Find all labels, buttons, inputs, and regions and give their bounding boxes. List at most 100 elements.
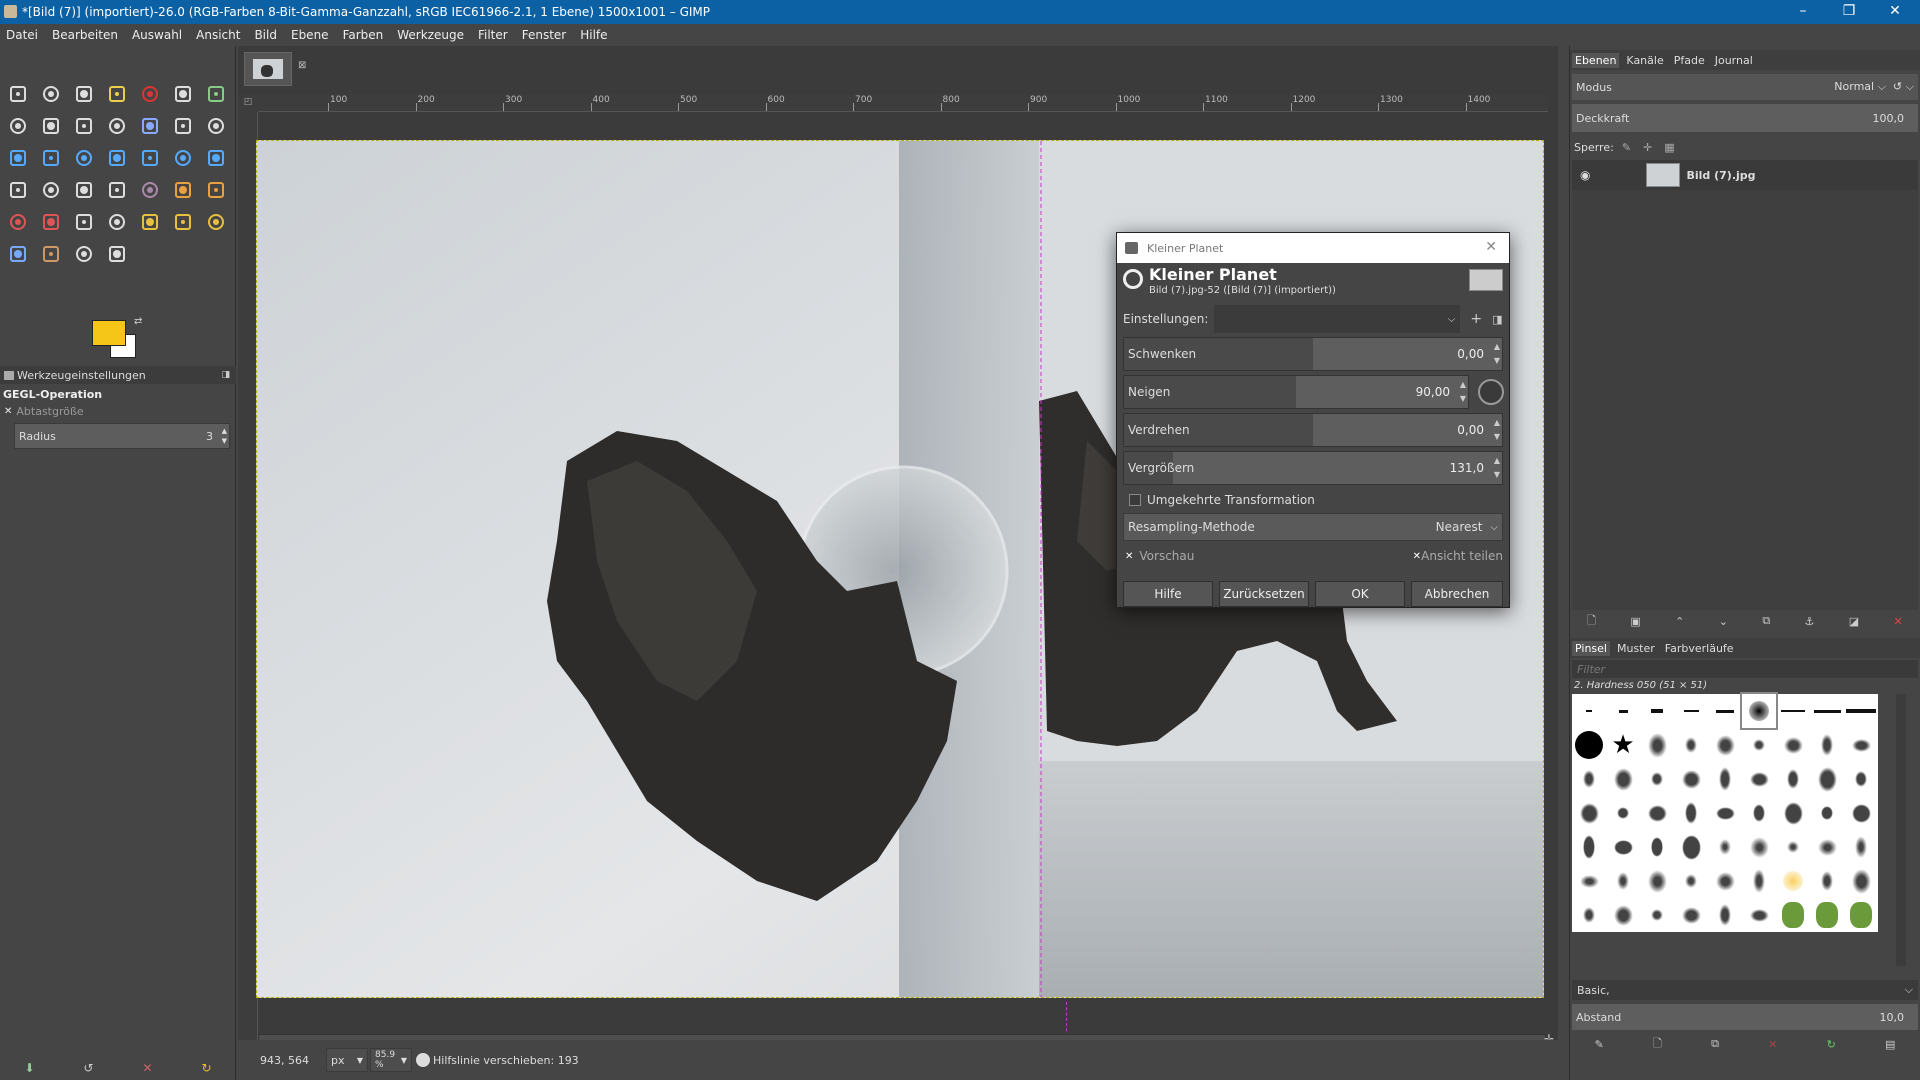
brush-swatch[interactable] (1844, 864, 1878, 898)
menu-ebene[interactable]: Ebene (291, 28, 329, 42)
panel-menu-icon[interactable]: ◨ (221, 370, 230, 380)
menu-fenster[interactable]: Fenster (522, 28, 567, 42)
anchor-layer-icon[interactable]: ⚓ (1805, 615, 1815, 628)
split-view-checkbox[interactable]: ✕ (1413, 551, 1421, 562)
inverse-transform-checkbox[interactable] (1129, 494, 1141, 506)
dialog-close-icon[interactable]: ✕ (1485, 239, 1497, 255)
opacity-slider[interactable]: Deckkraft 100,0 (1572, 104, 1918, 132)
shear-tool-icon[interactable] (103, 144, 131, 172)
settings-combobox[interactable]: ⌵ (1214, 305, 1461, 333)
sample-size-checkbox[interactable]: ✕ (4, 406, 12, 417)
ellipse-select-tool-icon[interactable] (37, 80, 65, 108)
radius-spinner[interactable]: Radius 3 ▲ ▼ (14, 423, 230, 449)
tab-brushes[interactable]: Pinsel (1572, 640, 1610, 656)
zoom-tool-icon[interactable] (70, 112, 98, 140)
brush-swatch[interactable] (1742, 728, 1776, 762)
brush-swatch[interactable] (1810, 728, 1844, 762)
brush-swatch[interactable] (1708, 864, 1742, 898)
save-options-icon[interactable]: ⬇ (24, 1061, 34, 1075)
bucket-fill-tool-icon[interactable] (103, 176, 131, 204)
refresh-brushes-icon[interactable]: ↻ (1827, 1038, 1836, 1051)
brush-swatch[interactable] (1708, 898, 1742, 932)
rect-select-tool-icon[interactable] (4, 80, 32, 108)
spacing-slider[interactable]: Abstand 10,0 (1572, 1004, 1918, 1030)
text-tool-icon[interactable] (70, 176, 98, 204)
menu-ansicht[interactable]: Ansicht (196, 28, 240, 42)
brush-swatch[interactable] (1674, 694, 1708, 728)
tab-history[interactable]: Journal (1712, 53, 1756, 68)
menu-bild[interactable]: Bild (254, 28, 277, 42)
blur-sharpen-tool-icon[interactable] (37, 240, 65, 268)
brush-swatch[interactable] (1776, 796, 1810, 830)
brush-swatch[interactable] (1810, 694, 1844, 728)
paintbrush-tool-icon[interactable] (202, 176, 230, 204)
brush-swatch[interactable] (1742, 762, 1776, 796)
dodge-burn-tool-icon[interactable] (70, 240, 98, 268)
preview-checkbox[interactable]: ✕ (1125, 551, 1133, 562)
alignment-tool-icon[interactable] (4, 112, 32, 140)
reset-options-icon[interactable]: ↻ (201, 1061, 211, 1075)
duplicate-brush-icon[interactable]: ⧉ (1711, 1037, 1719, 1051)
brush-swatch[interactable] (1708, 796, 1742, 830)
spin-arrows-icon[interactable]: ▲ ▼ (1494, 454, 1500, 482)
resampling-combobox[interactable]: Resampling-Methode Nearest ⌵ (1123, 513, 1503, 541)
menu-filter[interactable]: Filter (478, 28, 508, 42)
foreground-select-tool-icon[interactable] (202, 80, 230, 108)
brush-scrollbar[interactable] (1896, 694, 1906, 966)
brush-swatch[interactable] (1776, 694, 1810, 728)
mask-icon[interactable]: ◪ (1849, 615, 1859, 628)
menu-hilfe[interactable]: Hilfe (580, 28, 607, 42)
delete-options-icon[interactable]: ✕ (142, 1061, 152, 1075)
color-picker-tool-icon[interactable] (103, 240, 131, 268)
brush-swatch[interactable] (1640, 762, 1674, 796)
duplicate-layer-icon[interactable]: ⧉ (1762, 614, 1770, 628)
open-as-image-icon[interactable]: ▤ (1885, 1038, 1895, 1051)
edit-brush-icon[interactable]: ✎ (1595, 1038, 1604, 1051)
ok-button[interactable]: OK (1315, 581, 1405, 607)
brush-swatch[interactable] (1572, 830, 1606, 864)
brush-swatch[interactable] (1572, 864, 1606, 898)
spin-arrows-icon[interactable]: ▲ ▼ (222, 426, 227, 446)
eraser-tool-icon[interactable] (4, 208, 32, 236)
brush-swatch[interactable] (1674, 898, 1708, 932)
vertical-ruler[interactable] (238, 112, 258, 1072)
brush-swatch[interactable] (1844, 694, 1878, 728)
tab-layers[interactable]: Ebenen (1572, 52, 1620, 68)
brush-swatch[interactable] (1674, 830, 1708, 864)
close-button[interactable]: ✕ (1872, 0, 1918, 24)
menu-farben[interactable]: Farben (343, 28, 384, 42)
brush-swatch[interactable] (1844, 830, 1878, 864)
slider-zoom[interactable]: Vergrößern 131,0 ▲ ▼ (1123, 451, 1503, 485)
brush-swatch[interactable] (1640, 694, 1674, 728)
brush-swatch[interactable] (1606, 796, 1640, 830)
crop-tool-icon[interactable] (202, 112, 230, 140)
brush-swatch[interactable] (1674, 864, 1708, 898)
cancel-button[interactable]: Abbrechen (1411, 581, 1503, 607)
brush-swatch[interactable] (1708, 830, 1742, 864)
raise-layer-icon[interactable]: ⌃ (1675, 615, 1684, 628)
fuzzy-select-tool-icon[interactable] (103, 80, 131, 108)
brush-swatch[interactable] (1606, 694, 1640, 728)
tab-paths[interactable]: Pfade (1671, 53, 1708, 68)
new-brush-icon[interactable]: 🗋 (1653, 1035, 1662, 1054)
lower-layer-icon[interactable]: ⌄ (1719, 615, 1728, 628)
unit-select[interactable]: px ▼ (326, 1048, 368, 1072)
image-tab[interactable] (244, 52, 292, 86)
new-layer-icon[interactable]: 🗋 (1587, 612, 1596, 631)
brush-swatch[interactable] (1572, 898, 1606, 932)
unified-transform-tool-icon[interactable] (4, 144, 32, 172)
brush-swatch[interactable] (1742, 898, 1776, 932)
brush-swatch[interactable] (1742, 864, 1776, 898)
foreground-color-swatch[interactable] (92, 320, 126, 346)
swap-colors-icon[interactable]: ⇄ (134, 316, 142, 327)
brush-swatch[interactable] (1572, 796, 1606, 830)
layer-row[interactable]: ◉ Bild (7).jpg (1572, 160, 1918, 190)
perspective-clone-tool-icon[interactable] (202, 208, 230, 236)
warp-transform-tool-icon[interactable] (4, 176, 32, 204)
lock-pixels-icon[interactable]: ✎ (1622, 141, 1631, 154)
menu-auswahl[interactable]: Auswahl (132, 28, 182, 42)
brush-swatch[interactable] (1844, 762, 1878, 796)
brush-swatch[interactable] (1810, 898, 1844, 932)
brush-swatch[interactable] (1742, 796, 1776, 830)
mode-select[interactable]: Normal ⌵ ↺ ⌵ (1834, 80, 1914, 94)
